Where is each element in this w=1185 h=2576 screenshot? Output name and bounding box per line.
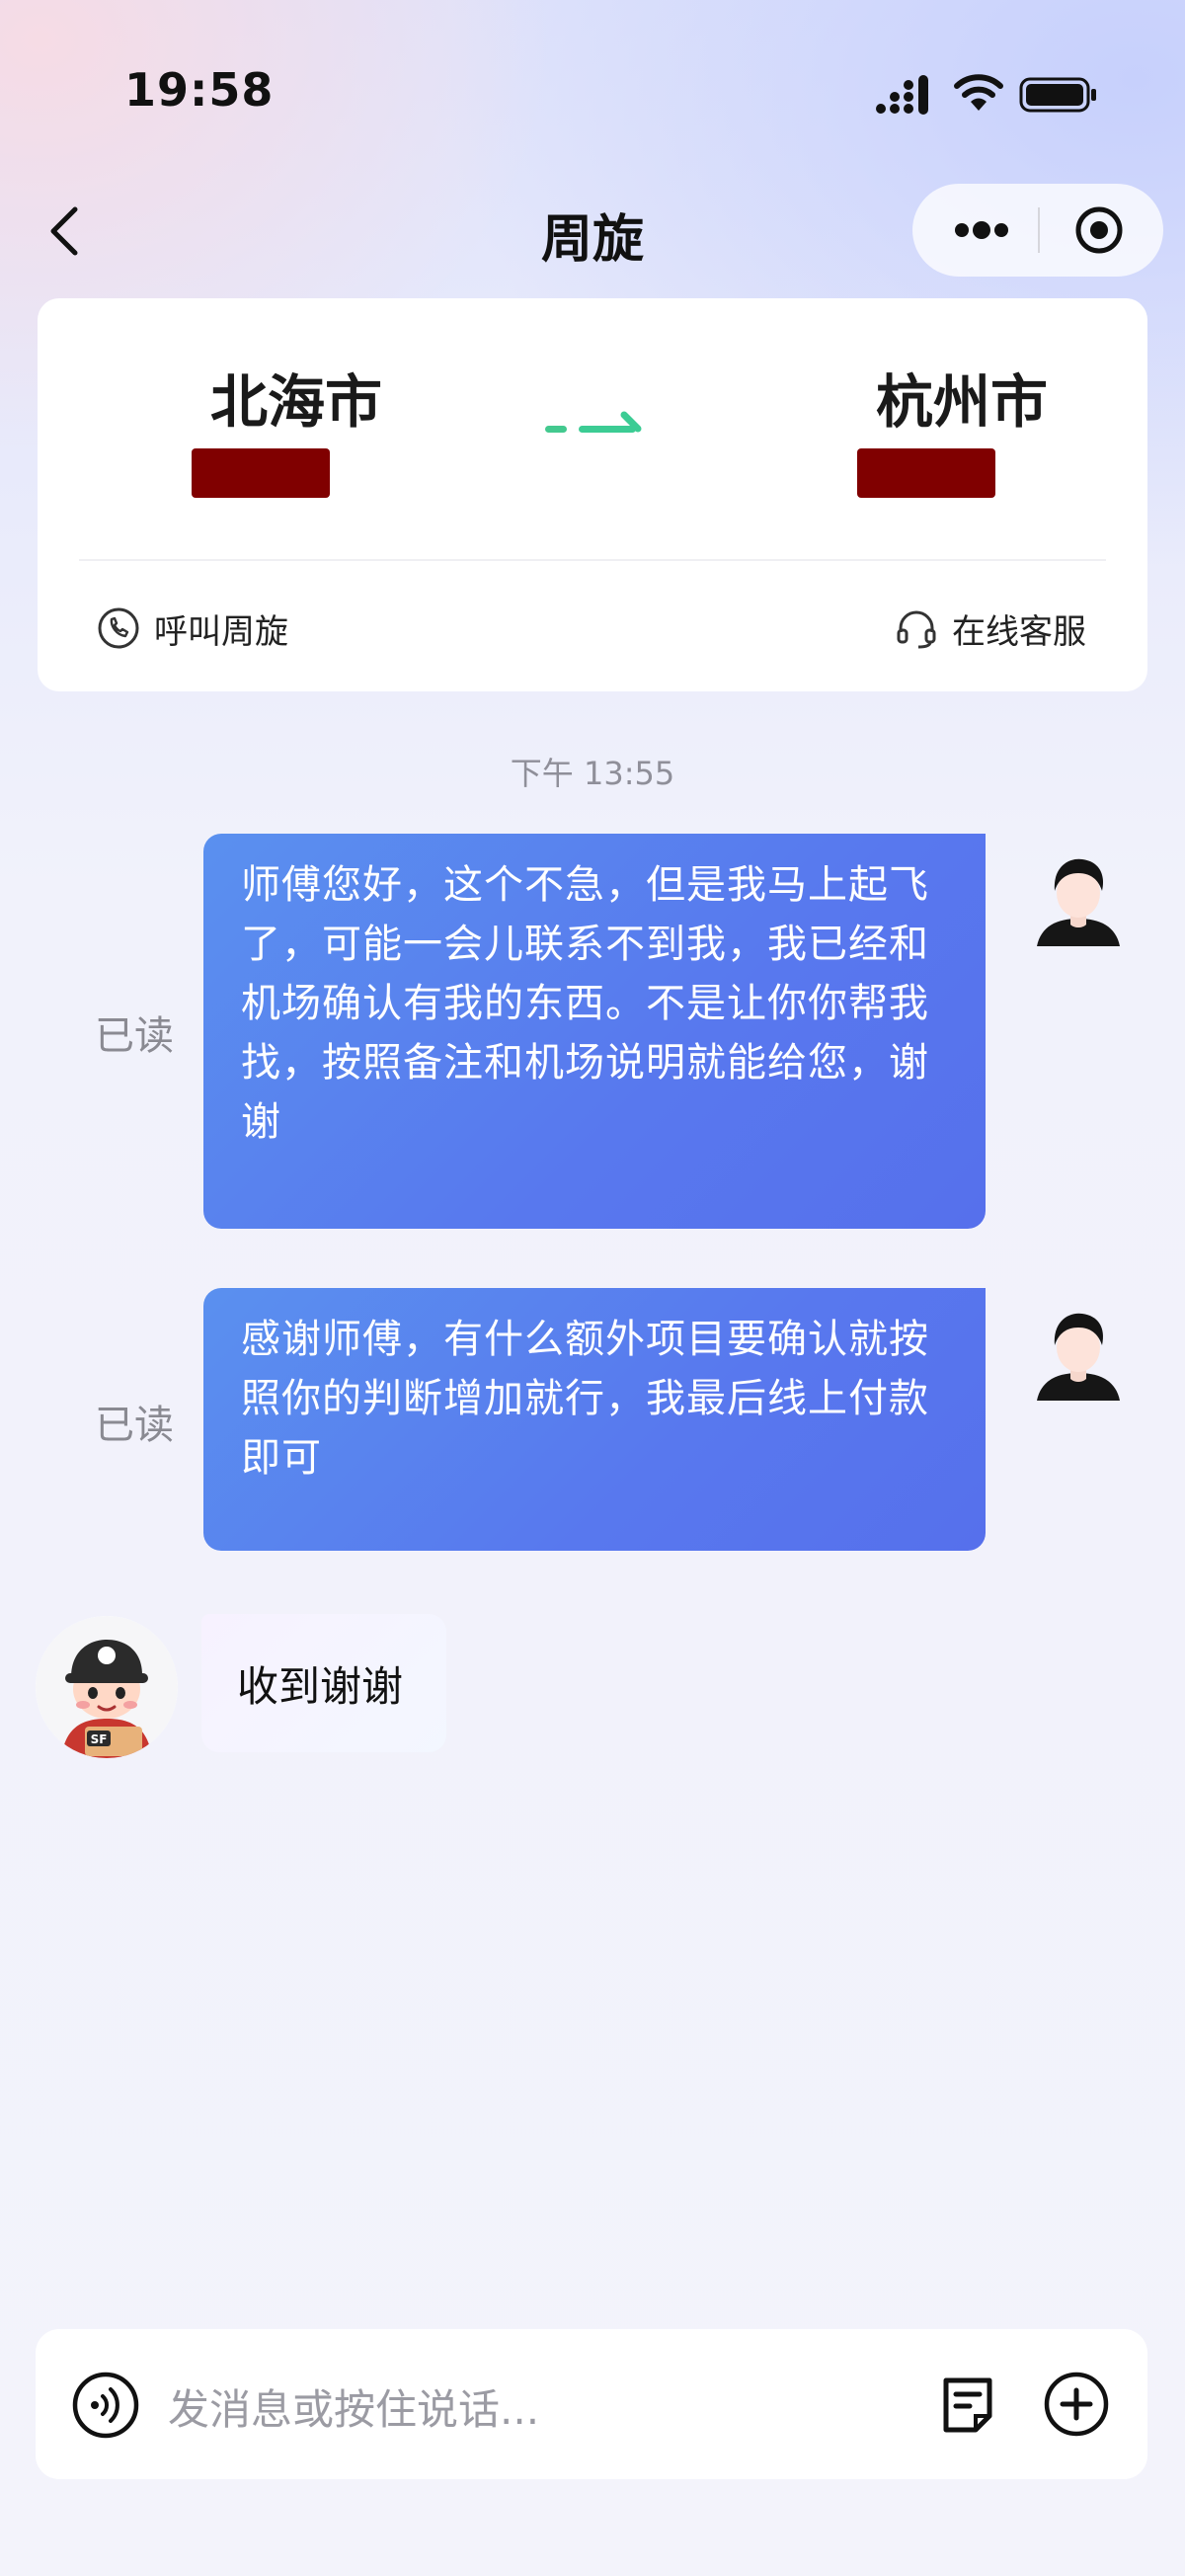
message-input-bar: 发消息或按住说话... xyxy=(36,2329,1147,2479)
user-avatar[interactable] xyxy=(1027,851,1130,954)
document-icon[interactable] xyxy=(936,2373,999,2436)
courier-avatar[interactable]: SF xyxy=(36,1616,178,1758)
message-input[interactable]: 发消息或按住说话... xyxy=(168,2376,539,2437)
capsule-divider xyxy=(1038,207,1040,253)
destination-redaction xyxy=(857,448,995,498)
miniprogram-capsule xyxy=(912,184,1163,277)
origin-city: 北海市 xyxy=(209,368,382,436)
origin-redaction xyxy=(192,448,330,498)
incoming-message[interactable]: 收到谢谢 xyxy=(201,1614,446,1752)
more-icon[interactable] xyxy=(952,210,1011,250)
wifi-icon xyxy=(954,74,1003,111)
service-label: 在线客服 xyxy=(952,611,1086,652)
battery-icon xyxy=(1019,77,1096,113)
cellular-signal-icon xyxy=(876,75,928,115)
plus-icon[interactable] xyxy=(1043,2371,1110,2438)
user-avatar[interactable] xyxy=(1027,1306,1130,1409)
voice-icon[interactable] xyxy=(71,2371,140,2440)
call-label: 呼叫周旋 xyxy=(154,611,288,652)
message-timestamp: 下午 13:55 xyxy=(510,755,675,792)
destination-city: 杭州市 xyxy=(875,368,1048,436)
call-button[interactable]: 呼叫周旋 xyxy=(97,599,288,658)
phone-icon xyxy=(98,607,139,649)
route-arrow-icon xyxy=(545,411,642,433)
status-time: 19:58 xyxy=(124,63,275,117)
page-title: 周旋 xyxy=(540,210,644,270)
route-card: 北海市 杭州市 呼叫周旋 在线客服 xyxy=(38,298,1147,691)
read-receipt: 已读 xyxy=(95,1013,174,1059)
courier-badge-text: SF xyxy=(91,1732,108,1746)
back-icon[interactable] xyxy=(45,203,85,259)
card-divider xyxy=(79,559,1106,561)
outgoing-message[interactable]: 感谢师傅，有什么额外项目要确认就按照你的判断增加就行，我最后线上付款即可 xyxy=(203,1288,986,1551)
close-target-icon[interactable] xyxy=(1073,204,1125,256)
outgoing-message[interactable]: 师傅您好，这个不急，但是我马上起飞了，可能一会儿联系不到我，我已经和机场确认有我… xyxy=(203,834,986,1229)
read-receipt: 已读 xyxy=(95,1403,174,1448)
headset-icon xyxy=(897,610,936,649)
online-service-button[interactable]: 在线客服 xyxy=(895,599,1086,658)
courier-mascot-icon: SF xyxy=(36,1616,178,1758)
